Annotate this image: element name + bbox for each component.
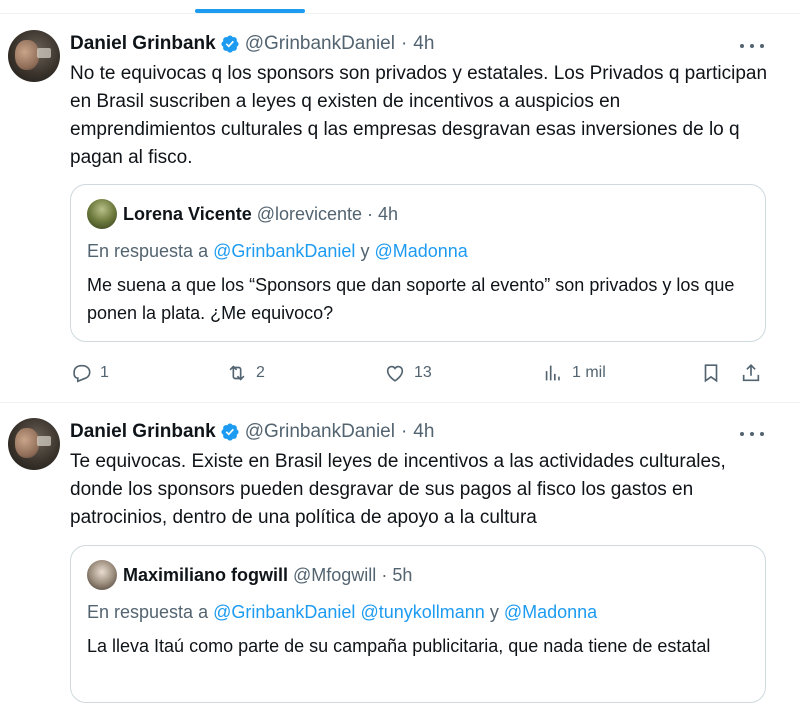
tweet-header: Daniel Grinbank @GrinbankDaniel · 4h (70, 420, 434, 444)
quote-author-name: Lorena Vicente (123, 203, 252, 224)
share-icon (742, 364, 760, 382)
views-icon (545, 365, 560, 381)
repost-count: 2 (256, 364, 265, 381)
quote-header: Maximiliano fogwill @Mfogwill · 5h (87, 560, 413, 590)
heart-icon (386, 365, 404, 382)
quote-separator: · (381, 564, 388, 585)
verified-badge-icon (221, 35, 239, 53)
tweet[interactable]: Daniel Grinbank @GrinbankDaniel · 4h No … (0, 14, 800, 403)
reply-prefix: En respuesta a (87, 241, 209, 261)
reply-icon (73, 364, 91, 383)
repost-icon (229, 365, 245, 381)
reply-count: 1 (100, 364, 109, 381)
author-handle[interactable]: @GrinbankDaniel (245, 33, 395, 55)
bookmark-button[interactable] (700, 358, 722, 388)
tweet-text: No te equivocas q los sponsors son priva… (70, 63, 768, 168)
timestamp[interactable]: 4h (413, 421, 434, 443)
quote-header: Lorena Vicente @lorevicente · 4h (87, 199, 399, 229)
quote-author-handle: @lorevicente (256, 203, 363, 224)
quote-text: Me suena a que los “Sponsors que dan sop… (87, 275, 735, 323)
quote-text: La lleva Itaú como parte de su campaña p… (87, 636, 711, 656)
tweet-text: Te equivocas. Existe en Brasil leyes de … (70, 451, 726, 528)
reply-prefix: En respuesta a (87, 602, 209, 622)
tweet-actions: 1 2 13 1 mil (0, 358, 800, 388)
reply-button[interactable]: 1 (70, 358, 109, 388)
timestamp[interactable]: 4h (413, 33, 434, 55)
mention-link[interactable]: @GrinbankDaniel (213, 602, 355, 622)
like-count: 13 (414, 364, 432, 381)
tweet-header: Daniel Grinbank @GrinbankDaniel · 4h (70, 32, 434, 56)
quote-timestamp: 5h (392, 564, 413, 585)
quote-separator: · (367, 203, 374, 224)
views-button[interactable]: 1 mil (542, 358, 606, 388)
mention-link[interactable]: @GrinbankDaniel (213, 241, 355, 261)
quote-avatar (87, 199, 117, 229)
quoted-tweet[interactable]: Lorena Vicente @lorevicente · 4h En resp… (70, 184, 766, 342)
author-name[interactable]: Daniel Grinbank (70, 421, 216, 443)
reply-conj: y (360, 241, 370, 261)
reply-conj: y (489, 602, 499, 622)
quoted-tweet[interactable]: Maximiliano fogwill @Mfogwill · 5h En re… (70, 545, 766, 703)
avatar[interactable] (8, 30, 60, 82)
author-name[interactable]: Daniel Grinbank (70, 33, 216, 55)
views-count: 1 mil (572, 364, 606, 381)
like-button[interactable]: 13 (384, 358, 432, 388)
share-button[interactable] (740, 358, 762, 388)
bookmark-icon (704, 364, 718, 383)
more-icon[interactable] (740, 36, 764, 56)
quote-timestamp: 4h (378, 203, 399, 224)
more-icon[interactable] (740, 424, 764, 444)
quote-avatar (87, 560, 117, 590)
separator: · (400, 33, 408, 54)
quote-author-handle: @Mfogwill (293, 564, 377, 585)
separator: · (400, 421, 408, 442)
repost-button[interactable]: 2 (226, 358, 265, 388)
author-handle[interactable]: @GrinbankDaniel (245, 421, 395, 443)
verified-badge-icon (221, 423, 239, 441)
reply-context: En respuesta a @GrinbankDaniel y @Madonn… (87, 241, 468, 262)
mention-link[interactable]: @Madonna (374, 241, 467, 261)
reply-context: En respuesta a @GrinbankDaniel @tunykoll… (87, 602, 597, 623)
quote-author-name: Maximiliano fogwill (123, 564, 289, 585)
avatar[interactable] (8, 418, 60, 470)
mention-link[interactable]: @tunykollmann (360, 602, 484, 622)
mention-link[interactable]: @Madonna (504, 602, 597, 622)
tweet[interactable]: Daniel Grinbank @GrinbankDaniel · 4h Te … (0, 404, 800, 706)
